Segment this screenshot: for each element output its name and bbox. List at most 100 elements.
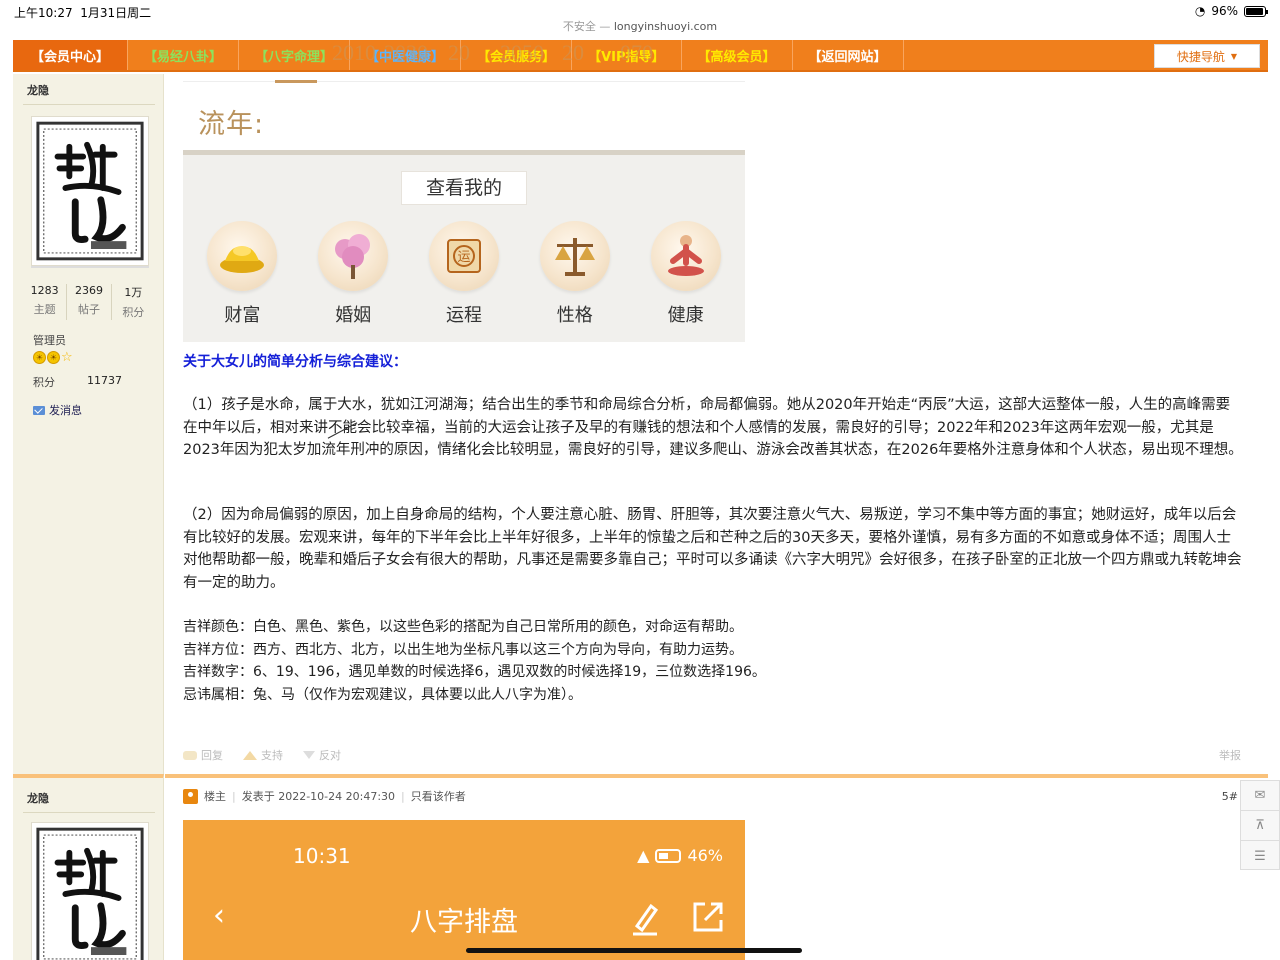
category-label: 运程 [445, 305, 482, 326]
battery-percent: 96% [1211, 4, 1238, 18]
fortune-scroll-icon: 运 [446, 239, 481, 273]
category-label: 财富 [224, 305, 261, 326]
insecure-label: 不安全 — [562, 20, 611, 33]
avatar[interactable] [31, 822, 149, 960]
user-level-icons: ☀ ☀ ☆ [33, 351, 73, 364]
author-panel: 龙隐 1283 主题 2369 帖子 1万 积分 管理员 ☀ ☀ ☆ 积分 11737… [13, 74, 164, 774]
category-wealth: 财富 [192, 221, 292, 327]
user-icon [183, 788, 198, 804]
author-tag: 楼主 [204, 790, 226, 803]
gold-ingot-icon [220, 246, 265, 273]
category-label: 婚姻 [335, 305, 372, 326]
comment-icon: ✉ [1254, 788, 1266, 803]
post-2: 楼主 | 发表于 2022-10-24 20:47:30 | 只看该作者 5# … [165, 774, 1268, 960]
lucky-info: 吉祥颜色：白色、黑色、紫色，以这些色彩的搭配为自己日常所用的颜色，对命运有帮助。… [183, 616, 1243, 706]
active-tab-indicator [275, 80, 317, 83]
home-indicator[interactable] [466, 948, 802, 953]
category-label: 健康 [667, 305, 704, 326]
support-button[interactable]: 支持 [243, 747, 283, 763]
category-label: 性格 [556, 305, 593, 326]
analysis-paragraph-2: （2）因为命局偏弱的原因，加上自身命局的结构，个人要注意心脏、肠胃、肝胆等，其次… [183, 507, 1242, 591]
post-timestamp: 发表于 2022-10-24 20:47:30 [241, 790, 396, 803]
post-actions: 回复 支持 反对 举报 [183, 747, 1241, 763]
category-character: 性格 [525, 221, 625, 327]
stat-posts[interactable]: 2369 帖子 [67, 284, 112, 320]
floating-toolbar: ✉ ⊼ ☰ [1240, 780, 1280, 870]
analysis-paragraph-1: （1）孩子是水命，属于大水，犹如江河湖海；结合出生的季节和命局综合分析，命局都偏… [183, 397, 1243, 459]
taboo-zodiac: 忌讳属相：兔、马（仅作为宏观建议，具体要以此人八字为准）。 [183, 686, 582, 703]
address-bar[interactable]: 不安全 — longyinshuoyi.com [0, 18, 1280, 34]
wifi-icon: ◔ [1194, 4, 1206, 18]
meditation-icon [667, 235, 704, 276]
caret-down-icon: ▼ [1230, 51, 1238, 61]
nav-item-bazi[interactable]: 【八字命理】 [239, 40, 351, 70]
list-tool-button[interactable]: ☰ [1241, 841, 1279, 871]
domain-text: longyinshuoyi.com [613, 20, 718, 33]
sun-medal-icon: ☀ [33, 351, 46, 364]
report-link[interactable]: 举报 [1219, 747, 1241, 763]
quick-nav-button[interactable]: 快捷导航 ▼ [1154, 44, 1260, 68]
battery-icon [1244, 5, 1268, 17]
lucky-number: 吉祥数字：6、19、196，遇见单数的时候选择6，遇见双数的时候选择19，三位数… [183, 664, 766, 681]
status-right: ◔ 96% [1194, 4, 1268, 18]
author-panel-2: 龙隐 [13, 774, 164, 960]
analysis-heading: 关于大女儿的简单分析与综合建议： [183, 354, 407, 370]
oppose-button[interactable]: 反对 [303, 747, 341, 763]
post-meta: 楼主 | 发表于 2022-10-24 20:47:30 | 只看该作者 [183, 788, 466, 804]
phone-screenshot-image: 10:31 ▲ 46% ‹ 八字排盘 [183, 820, 745, 960]
mail-icon [33, 405, 45, 415]
nav-item-member-service[interactable]: 【会员服务】 [461, 40, 573, 70]
reply-button[interactable]: 回复 [183, 747, 223, 763]
fortune-card-image: 查看我的 财富 婚姻 运 运程 性格 健康 [183, 150, 745, 342]
svg-text:运: 运 [457, 250, 470, 265]
divider [183, 81, 745, 82]
divider [23, 104, 155, 105]
stat-topics[interactable]: 1283 主题 [23, 284, 68, 320]
stat-points[interactable]: 1万 积分 [112, 284, 155, 320]
category-fortune: 运 运程 [414, 221, 514, 327]
sun-medal-icon: ☀ [47, 351, 60, 364]
share-icon [693, 902, 723, 932]
author-stats: 1283 主题 2369 帖子 1万 积分 [23, 284, 155, 320]
phone-battery: 46% [687, 846, 723, 865]
nav-item-yijing[interactable]: 【易经八卦】 [128, 40, 240, 70]
only-author-link[interactable]: 只看该作者 [411, 788, 466, 804]
category-marriage: 婚姻 [303, 221, 403, 327]
send-message-label: 发消息 [49, 404, 82, 417]
phone-status-icons: ▲ 46% [637, 846, 723, 865]
nav-item-back-site[interactable]: 【返回网站】 [793, 40, 904, 70]
comment-tool-button[interactable]: ✉ [1241, 781, 1279, 811]
top-icon: ⊼ [1255, 818, 1265, 833]
back-to-top-button[interactable]: ⊼ [1241, 811, 1279, 841]
author-name[interactable]: 龙隐 [27, 82, 49, 98]
thumb-up-icon [243, 750, 257, 760]
user-group[interactable]: 管理员 [33, 332, 66, 348]
quick-nav-label: 快捷导航 [1176, 49, 1225, 64]
section-title: 流年: [198, 109, 265, 140]
avatar[interactable] [31, 116, 149, 266]
nav-item-member-center[interactable]: 【会员中心】 [13, 40, 129, 70]
phone-battery-icon [655, 848, 682, 863]
view-mine-button: 查看我的 [401, 171, 527, 205]
seal-avatar-image [36, 121, 144, 261]
category-health: 健康 [636, 221, 736, 327]
score-row: 积分 11737 [33, 374, 122, 390]
author-name[interactable]: 龙隐 [27, 790, 49, 806]
nav-item-tcm[interactable]: 【中医健康】 [350, 40, 462, 70]
nav-item-vip[interactable]: 【VIP指导】 [572, 40, 682, 70]
floor-number[interactable]: 5# [1222, 790, 1238, 803]
nav-item-senior-member[interactable]: 【高级会员】 [682, 40, 793, 70]
phone-time: 10:31 [293, 844, 351, 868]
send-message-link[interactable]: 发消息 [33, 402, 82, 418]
post-body: 流年: 查看我的 财富 婚姻 运 运程 性格 健康 关于大女儿的简单分析与综合建… [165, 74, 1268, 774]
reply-icon [183, 750, 197, 760]
list-icon: ☰ [1254, 848, 1266, 864]
category-row: 财富 婚姻 运 运程 性格 健康 [183, 221, 745, 327]
lucky-color: 吉祥颜色：白色、黑色、紫色，以这些色彩的搭配为自己日常所用的颜色，对命运有帮助。 [183, 619, 743, 635]
scale-icon [554, 238, 595, 276]
blossom-tree-icon [335, 234, 371, 279]
lucky-direction: 吉祥方位：西方、西北方、北方，以出生地为坐标凡事以这三个方向为导向，有助力运势。 [183, 641, 743, 658]
thumb-down-icon [303, 751, 315, 759]
score-value: 11737 [87, 374, 122, 387]
pencil-icon [633, 903, 659, 936]
